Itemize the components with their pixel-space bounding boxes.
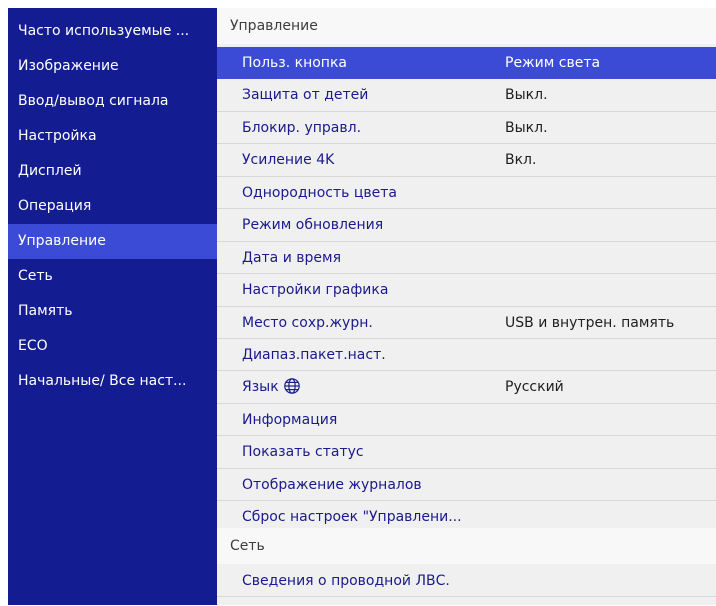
menu-row[interactable]: Усиление 4K Вкл. [217,144,716,177]
menu-row-value: Вкл. [505,152,537,169]
sidebar-item[interactable]: Управление [8,224,217,259]
sidebar-item[interactable]: Дисплей [8,154,217,189]
globe-icon [283,378,300,395]
menu-row-label-text: Сброс настроек "Управлени... [242,509,462,526]
menu-row-label-text: Однородность цвета [242,184,397,201]
menu-row[interactable]: Диапаз.пакет.наст. [217,339,716,372]
sidebar-item[interactable]: Сеть [8,259,217,294]
menu-row-label-text: Показать статус [242,444,364,461]
menu-row-label-text: Дата и время [242,249,341,266]
menu-row[interactable]: Режим обновления [217,209,716,242]
sidebar-list: Часто используемые ... Изображение Ввод/вы… [8,14,217,399]
menu-row-label-text: Настройки графика [242,282,389,299]
sidebar-item[interactable]: Начальные/ Все наст... [8,364,217,399]
menu-row[interactable]: Место сохр.журн. USB и внутрен. память [217,307,716,339]
menu-row-label: Дата и время [242,242,341,274]
menu-row[interactable]: Показать статус [217,436,716,469]
menu-row-label-text: Блокир. управл. [242,119,362,136]
menu-row[interactable]: Настройки графика [217,274,716,307]
menu-row-label-text: Отображение журналов [242,476,422,493]
sidebar-item[interactable]: Ввод/вывод сигнала [8,84,217,119]
management-items: Польз. кнопка Режим света Защита от детей В… [217,47,716,534]
menu-row-label-text: Защита от детей [242,87,369,104]
menu-row-label-text: Язык [242,379,279,396]
sidebar-item[interactable]: Операция [8,189,217,224]
menu-row-value: Выкл. [505,87,548,104]
menu-row-label-text: Место сохр.журн. [242,314,373,331]
sidebar-item[interactable]: Настройка [8,119,217,154]
menu-row[interactable]: Сведения о проводной ЛВС. [217,565,716,598]
menu-row-value: Выкл. [505,119,548,136]
menu-row[interactable]: Блокир. управл. Выкл. [217,112,716,145]
menu-row-label: Однородность цвета [242,177,397,209]
menu-row-label: Режим обновления [242,209,383,241]
menu-row-label: Отображение журналов [242,469,422,501]
section-header-network: Сеть [217,528,716,564]
sidebar-item[interactable]: Память [8,294,217,329]
menu-row-label-text: Диапаз.пакет.наст. [242,346,386,363]
menu-row[interactable]: Защита от детей Выкл. [217,79,716,112]
menu-row-label: Показать статус [242,436,364,468]
menu-row-label-text: Сведения о проводной ЛВС. [242,573,450,589]
menu-row-label: Блокир. управл. [242,112,361,144]
sidebar: Часто используемые ... Изображение Ввод/вы… [8,8,217,605]
menu-row-label: Польз. кнопка [242,47,347,79]
menu-row-label: Место сохр.журн. [242,307,373,339]
menu-row-label: Защита от детей [242,79,368,111]
menu-row-label: Настройки графика [242,274,388,306]
menu-row-label: Язык [242,371,301,403]
menu-row-value: Русский [505,379,564,396]
menu-row[interactable]: Отображение журналов [217,469,716,502]
main-panel: Управление Польз. кнопка Режим света Защит… [217,8,716,605]
menu-row-label-text: Усиление 4K [242,152,335,169]
menu-row-value: USB и внутрен. память [505,314,675,331]
menu-row[interactable]: Однородность цвета [217,177,716,210]
menu-row[interactable]: Дата и время [217,242,716,275]
section-header-management: Управление [217,8,716,44]
menu-row-label-text: Режим обновления [242,217,384,234]
menu-row-label: Информация [242,404,337,436]
menu-row-value: Режим света [505,55,601,71]
network-items: Сведения о проводной ЛВС. [217,565,716,598]
menu-row[interactable]: Информация [217,404,716,437]
menu-row-label-text: Информация [242,411,338,428]
menu-frame: Часто используемые ... Изображение Ввод/вы… [8,8,716,605]
menu-row-label-text: Польз. кнопка [242,55,347,71]
menu-row-label: Диапаз.пакет.наст. [242,339,386,371]
menu-row[interactable]: Польз. кнопка Режим света [217,47,716,80]
menu-row[interactable]: Язык Русский [217,371,716,404]
sidebar-item[interactable]: Изображение [8,49,217,84]
menu-row-label: Сведения о проводной ЛВС. [242,565,450,597]
menu-row-label: Усиление 4K [242,144,334,176]
sidebar-item[interactable]: ECO [8,329,217,364]
sidebar-item[interactable]: Часто используемые ... [8,14,217,49]
